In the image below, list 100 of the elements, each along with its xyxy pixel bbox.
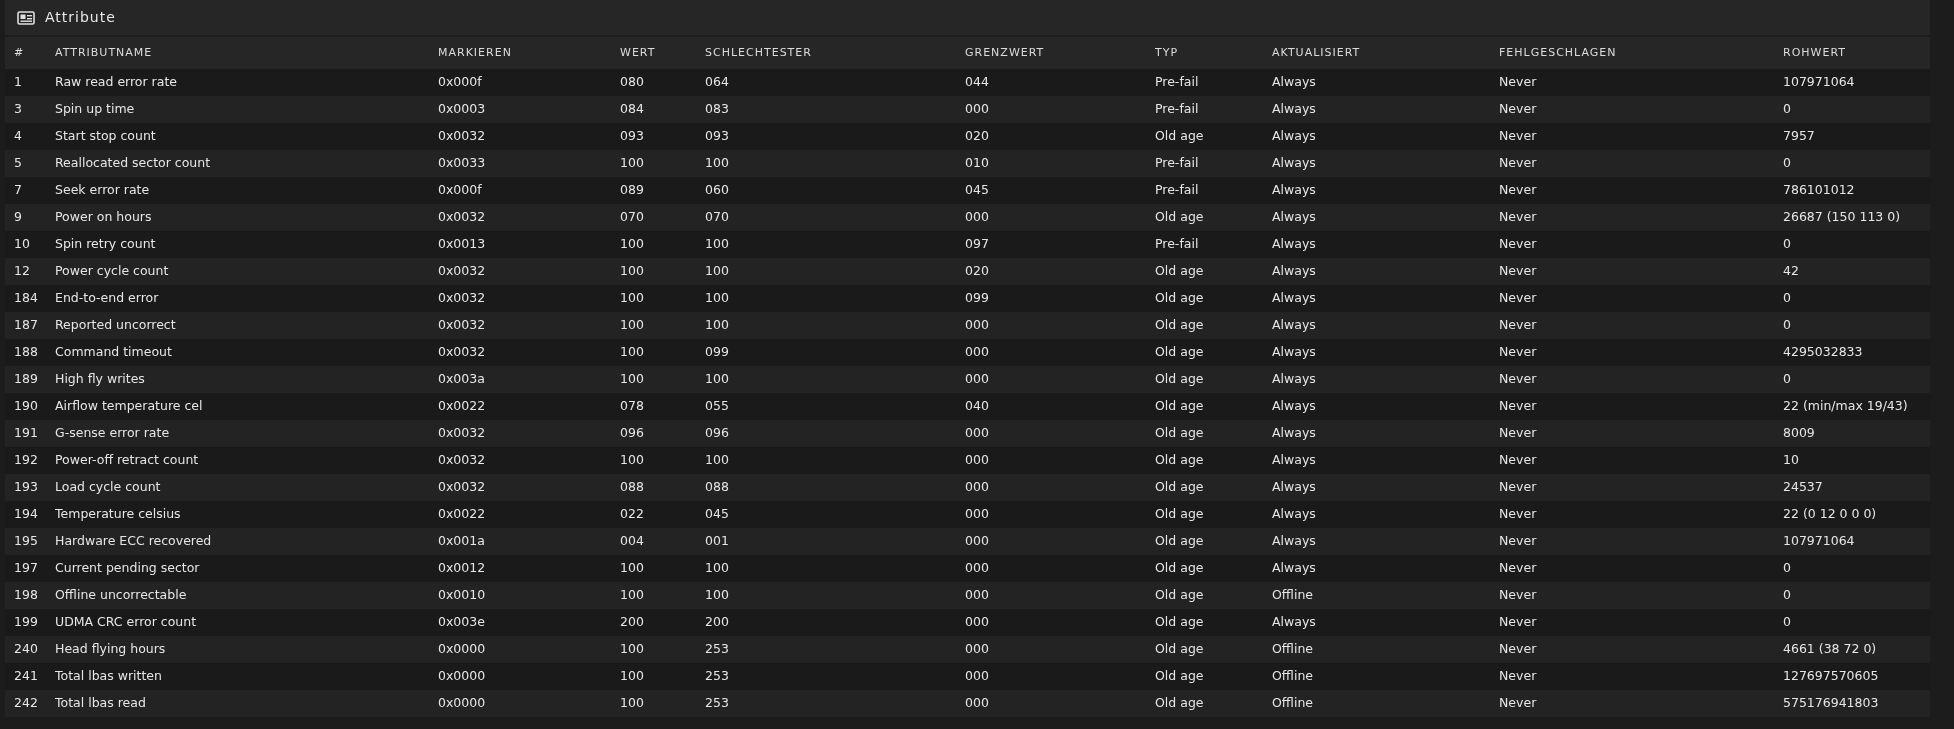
table-cell: 100 [611,636,696,663]
table-cell: 045 [956,177,1146,204]
table-cell: 044 [956,69,1146,96]
table-cell: 100 [696,555,956,582]
table-cell: 040 [956,393,1146,420]
table-cell: 083 [696,96,956,123]
table-cell: 100 [611,150,696,177]
table-cell: 107971064 [1774,69,1930,96]
table-cell: 193 [5,474,46,501]
table-cell: 200 [696,609,956,636]
table-cell: Old age [1146,474,1263,501]
table-cell: Old age [1146,285,1263,312]
table-cell: Power-off retract count [46,447,429,474]
table-cell: 0x0032 [429,339,611,366]
table-cell: 089 [611,177,696,204]
table-cell: Always [1263,366,1490,393]
table-cell: Reported uncorrect [46,312,429,339]
table-cell: Old age [1146,393,1263,420]
table-cell: Always [1263,393,1490,420]
table-cell: 000 [956,204,1146,231]
table-cell: 097 [956,231,1146,258]
table-cell: Pre-fail [1146,69,1263,96]
table-cell: 100 [696,231,956,258]
table-cell: 184 [5,285,46,312]
table-cell: Never [1490,474,1774,501]
table-cell: 100 [696,312,956,339]
table-cell: 064 [696,69,956,96]
table-cell: 1 [5,69,46,96]
table-cell: 100 [696,366,956,393]
table-cell: Old age [1146,258,1263,285]
table-cell: 0x0032 [429,474,611,501]
table-cell: 100 [696,258,956,285]
table-cell: Old age [1146,420,1263,447]
table-cell: Never [1490,123,1774,150]
table-cell: 100 [696,582,956,609]
table-cell: 0x0003 [429,96,611,123]
table-cell: Pre-fail [1146,150,1263,177]
table-cell: 0x0032 [429,258,611,285]
table-cell: 088 [696,474,956,501]
table-cell: 000 [956,663,1146,690]
table-cell: Old age [1146,312,1263,339]
table-cell: 099 [956,285,1146,312]
table-cell: 3 [5,96,46,123]
table-cell: 0x0022 [429,393,611,420]
table-cell: 0x003a [429,366,611,393]
table-cell: 22 (0 12 0 0 0) [1774,501,1930,528]
table-cell: Raw read error rate [46,69,429,96]
table-cell: Load cycle count [46,474,429,501]
table-cell: 100 [611,663,696,690]
table-cell: Offline [1263,582,1490,609]
table-cell: Never [1490,609,1774,636]
table-cell: Never [1490,231,1774,258]
table-cell: Never [1490,366,1774,393]
table-cell: Never [1490,69,1774,96]
table-cell: Offline [1263,636,1490,663]
table-cell: 189 [5,366,46,393]
table-cell: 0x0033 [429,150,611,177]
panel-title: Attribute [45,8,116,27]
table-cell: 0 [1774,609,1930,636]
table-cell: Never [1490,339,1774,366]
table-cell: Never [1490,285,1774,312]
table-cell: 080 [611,69,696,96]
table-cell: Command timeout [46,339,429,366]
table-cell: 100 [611,258,696,285]
table-cell: Never [1490,420,1774,447]
table-cell: 100 [611,582,696,609]
table-cell: 199 [5,609,46,636]
table-cell: 0x003e [429,609,611,636]
table-cell: Never [1490,258,1774,285]
table-cell: 26687 (150 113 0) [1774,204,1930,231]
table-cell: Always [1263,474,1490,501]
table-cell: 0 [1774,96,1930,123]
table-cell: 191 [5,420,46,447]
table-cell: 0x0032 [429,204,611,231]
table-cell: 22 (min/max 19/43) [1774,393,1930,420]
table-cell: Old age [1146,555,1263,582]
table-cell: 0 [1774,366,1930,393]
table-cell: High fly writes [46,366,429,393]
table-cell: 24537 [1774,474,1930,501]
table-cell: 020 [956,123,1146,150]
table-cell: 000 [956,636,1146,663]
table-cell: 045 [696,501,956,528]
table-cell: 0x0013 [429,231,611,258]
table-cell: 0 [1774,312,1930,339]
table-cell: 8009 [1774,420,1930,447]
table-cell: Pre-fail [1146,231,1263,258]
table-cell: Power cycle count [46,258,429,285]
table-cell: 060 [696,177,956,204]
table-cell: 096 [696,420,956,447]
table-cell: 096 [611,420,696,447]
table-cell: 0x0032 [429,420,611,447]
table-cell: 070 [611,204,696,231]
table-cell: Always [1263,501,1490,528]
table-cell: 0x000f [429,69,611,96]
table-cell: Always [1263,150,1490,177]
table-cell: 0x0032 [429,312,611,339]
table-cell: 055 [696,393,956,420]
table-cell: 093 [696,123,956,150]
table-cell: Never [1490,501,1774,528]
table-cell: Never [1490,582,1774,609]
